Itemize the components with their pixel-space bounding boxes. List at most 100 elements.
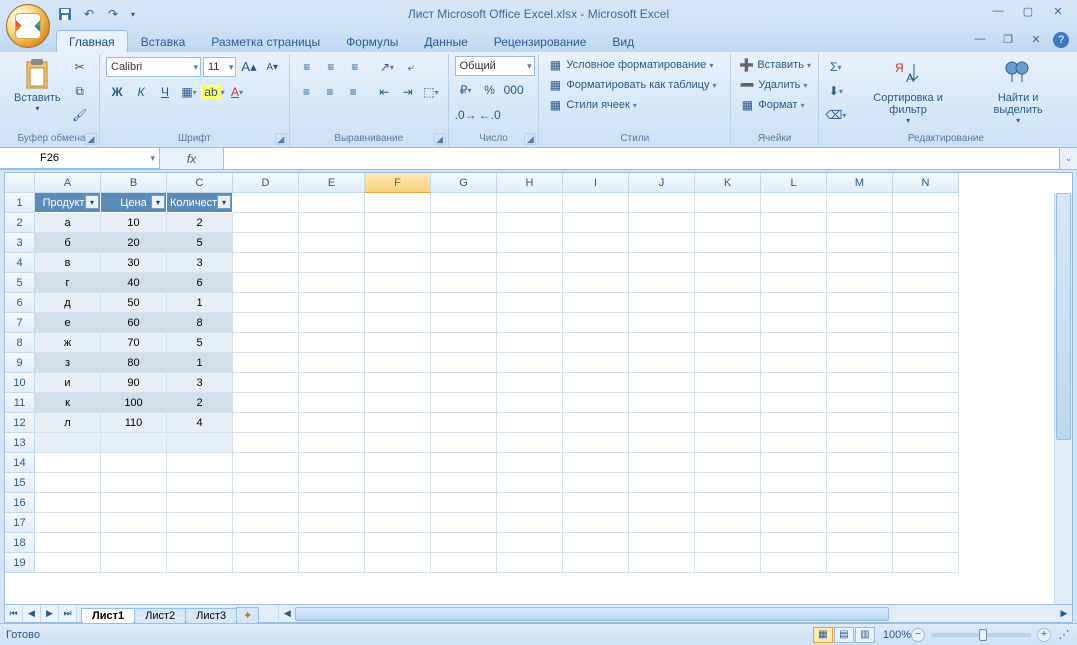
cell[interactable] [233,293,299,313]
table-cell[interactable]: к [35,393,101,413]
wb-close-button[interactable]: ✕ [1023,30,1049,48]
cell[interactable] [497,393,563,413]
cell[interactable] [35,513,101,533]
cell[interactable] [761,553,827,573]
cell[interactable] [431,233,497,253]
fill-icon[interactable]: ⬇ [825,80,847,102]
bold-button[interactable]: Ж [106,81,128,103]
align-bottom-icon[interactable]: ≡ [344,56,366,78]
cell[interactable] [365,553,431,573]
cell[interactable] [761,273,827,293]
cell[interactable] [497,253,563,273]
cell[interactable] [695,493,761,513]
wb-minimize-button[interactable]: — [967,30,993,48]
row-header[interactable]: 11 [5,393,35,413]
cell[interactable] [629,213,695,233]
cell[interactable] [233,473,299,493]
cell[interactable] [233,233,299,253]
redo-icon[interactable]: ↷ [104,5,122,23]
new-sheet-icon[interactable]: ✦ [236,607,259,623]
cell[interactable] [233,493,299,513]
cell[interactable] [431,413,497,433]
cell[interactable] [761,233,827,253]
cell[interactable] [827,453,893,473]
cell[interactable] [497,413,563,433]
cell[interactable] [101,553,167,573]
cell[interactable] [827,533,893,553]
sheet-tab[interactable]: Лист2 [134,608,186,623]
cell[interactable] [365,333,431,353]
cell[interactable] [35,453,101,473]
sort-filter-button[interactable]: ЯА Сортировка и фильтр▾ [851,56,965,131]
cell[interactable] [695,353,761,373]
delete-cells-button[interactable]: ➖Удалить [737,76,811,94]
row-header[interactable]: 6 [5,293,35,313]
table-cell[interactable]: 30 [101,253,167,273]
cell[interactable] [35,553,101,573]
table-cell[interactable]: б [35,233,101,253]
number-format-combo[interactable]: Общий [455,56,535,76]
table-cell[interactable]: 2 [167,213,233,233]
cell[interactable] [233,353,299,373]
cell[interactable] [299,233,365,253]
cell[interactable] [299,393,365,413]
cell[interactable] [893,353,959,373]
cell[interactable] [167,553,233,573]
table-cell[interactable]: 100 [101,393,167,413]
table-cell[interactable]: 5 [167,233,233,253]
insert-cells-button[interactable]: ➕Вставить [737,56,811,74]
cell[interactable] [827,393,893,413]
cell[interactable] [563,493,629,513]
cell[interactable] [431,193,497,213]
column-header[interactable]: D [233,173,299,193]
table-cell[interactable]: 1 [167,293,233,313]
cell[interactable] [695,553,761,573]
cell[interactable] [893,193,959,213]
expand-formula-bar-icon[interactable]: ⌄ [1059,148,1077,169]
cell[interactable] [893,213,959,233]
cell[interactable] [365,473,431,493]
column-header[interactable]: B [101,173,167,193]
tab-рецензирование[interactable]: Рецензирование [481,30,600,52]
table-cell[interactable]: 6 [167,273,233,293]
increase-decimal-icon[interactable]: .0→ [455,104,477,126]
cell[interactable] [299,553,365,573]
sheet-tab[interactable]: Лист3 [185,608,237,623]
cell[interactable] [695,373,761,393]
cell[interactable] [299,453,365,473]
table-cell[interactable]: 80 [101,353,167,373]
cell[interactable] [497,493,563,513]
tab-вид[interactable]: Вид [599,30,647,52]
table-cell[interactable]: 5 [167,333,233,353]
cell[interactable] [827,333,893,353]
column-header[interactable]: E [299,173,365,193]
row-header[interactable]: 16 [5,493,35,513]
cell[interactable] [827,233,893,253]
cell[interactable] [431,313,497,333]
fill-color-icon[interactable]: ab [202,81,224,103]
zoom-in-icon[interactable]: + [1037,628,1051,642]
cell[interactable] [761,393,827,413]
cell[interactable] [497,193,563,213]
table-cell[interactable]: 60 [101,313,167,333]
table-header-cell[interactable]: Количество▾ [167,193,233,213]
cell[interactable] [431,513,497,533]
cell[interactable] [629,253,695,273]
scroll-left-icon[interactable]: ◀ [279,606,295,622]
cell[interactable] [827,433,893,453]
table-cell[interactable]: л [35,413,101,433]
cell[interactable] [35,473,101,493]
cell[interactable] [233,273,299,293]
cell[interactable] [761,333,827,353]
cell[interactable] [893,273,959,293]
cell[interactable] [35,533,101,553]
table-cell[interactable]: в [35,253,101,273]
table-cell[interactable]: и [35,373,101,393]
paste-button[interactable]: Вставить ▾ [10,56,65,131]
cell[interactable] [233,213,299,233]
column-header[interactable]: A [35,173,101,193]
cell[interactable] [497,513,563,533]
row-header[interactable]: 15 [5,473,35,493]
table-header-cell[interactable]: Цена▾ [101,193,167,213]
table-cell[interactable]: 3 [167,373,233,393]
